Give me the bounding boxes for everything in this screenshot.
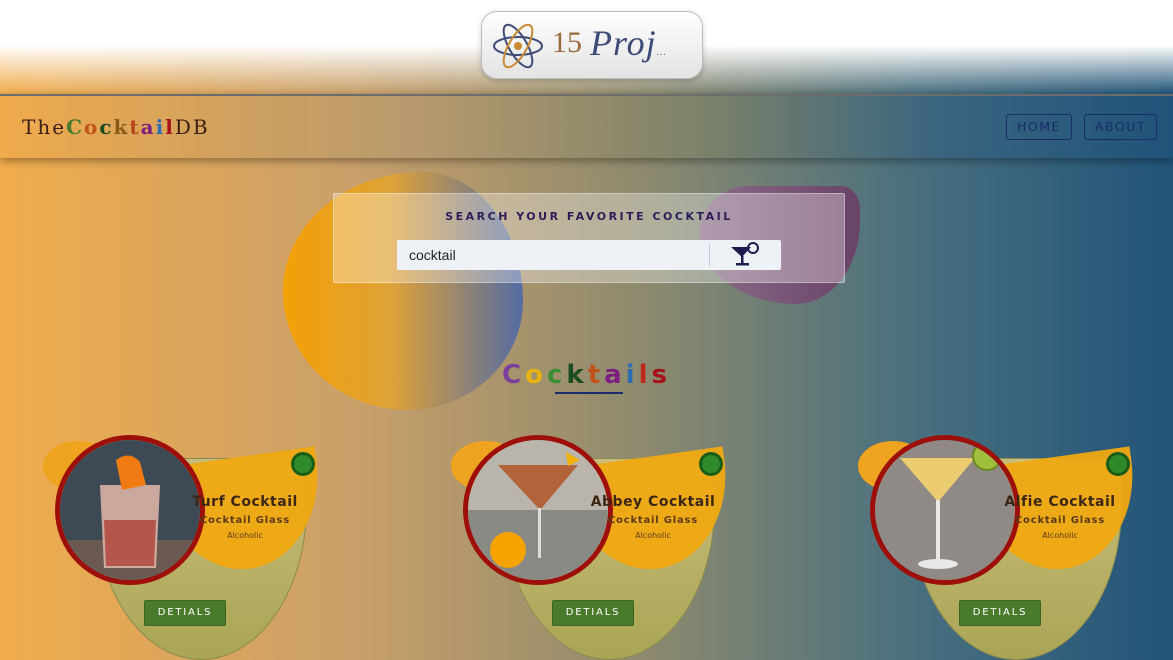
site-logo[interactable]: 15 Proj... [481, 11, 703, 79]
navbar: TheCocktailDB HOME ABOUT [0, 94, 1173, 158]
cocktail-name: Alfie Cocktail [1004, 494, 1116, 510]
cocktail-type: Alcoholic [227, 531, 263, 540]
search-panel: Search your favorite cocktail [333, 193, 845, 283]
cocktail-name: Turf Cocktail [192, 494, 298, 510]
cocktail-type: Alcoholic [1042, 531, 1078, 540]
cocktail-type: Alcoholic [635, 531, 671, 540]
details-button[interactable]: DETIALS [552, 600, 634, 626]
title-letter: k [566, 360, 588, 390]
search-divider [709, 244, 710, 266]
logo-word: Proj... [590, 23, 668, 63]
title-letter: c [546, 360, 567, 390]
cocktail-card: Abbey Cocktail Cocktail Glass Alcoholic … [451, 435, 739, 660]
search-input[interactable] [409, 245, 699, 265]
cocktail-image[interactable] [463, 435, 613, 585]
details-button[interactable]: DETIALS [959, 600, 1041, 626]
status-dot [699, 452, 723, 476]
cocktail-name: Abbey Cocktail [590, 494, 716, 510]
top-banner: 15 Proj... [0, 0, 1173, 94]
logo-number: 15 [552, 26, 582, 59]
turf-cocktail-photo [60, 440, 200, 580]
title-letter: o [525, 360, 547, 390]
alfie-cocktail-photo [875, 440, 1015, 580]
cocktail-glass: Cocktail Glass [199, 515, 291, 526]
cocktail-card: Alfie Cocktail Cocktail Glass Alcoholic … [858, 435, 1146, 660]
status-dot [291, 452, 315, 476]
title-letter: i [625, 360, 639, 390]
abbey-cocktail-photo [468, 440, 608, 580]
title-letter: l [638, 360, 652, 390]
title-letter: C [502, 360, 526, 390]
nav-about-button[interactable]: ABOUT [1084, 114, 1158, 140]
search-title: Search your favorite cocktail [445, 210, 733, 223]
title-letter: t [587, 360, 605, 390]
search-box [397, 240, 781, 270]
cocktail-image[interactable] [55, 435, 205, 585]
atom-icon [493, 23, 543, 69]
cocktails-section-title: Cocktails [0, 360, 1173, 390]
cocktail-glass-icon[interactable] [727, 241, 761, 269]
cocktail-card: Turf Cocktail Cocktail Glass Alcoholic D… [43, 435, 331, 660]
brand-logo[interactable]: TheCocktailDB [22, 115, 210, 139]
cocktail-glass: Cocktail Glass [1014, 515, 1106, 526]
title-letter: a [604, 360, 626, 390]
status-dot [1106, 452, 1130, 476]
details-button[interactable]: DETIALS [144, 600, 226, 626]
title-underline [555, 392, 623, 394]
title-letter: s [651, 360, 671, 390]
cocktail-glass: Cocktail Glass [607, 515, 699, 526]
cocktail-image[interactable] [870, 435, 1020, 585]
nav-home-button[interactable]: HOME [1006, 114, 1072, 140]
